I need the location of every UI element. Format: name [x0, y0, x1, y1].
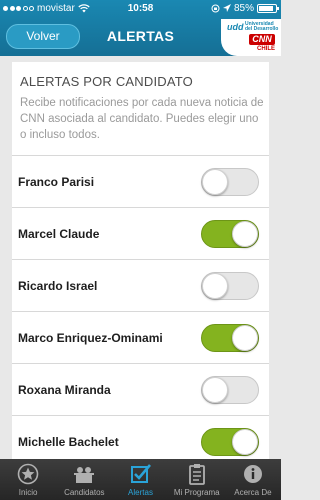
alert-toggle[interactable]	[201, 428, 259, 456]
toggle-knob	[202, 377, 228, 403]
toggle-knob	[232, 325, 258, 351]
section-title: ALERTAS POR CANDIDATO	[20, 74, 193, 89]
candidate-name: Marco Enriquez-Ominami	[18, 331, 163, 345]
toggle-knob	[202, 169, 228, 195]
candidate-row: Marco Enriquez-Ominami	[12, 312, 269, 364]
tab-inicio[interactable]: Inicio	[0, 459, 56, 500]
cnn-logo-mark: CNN	[249, 34, 275, 45]
top-bar: movistar 10:58 85% Volver ALERTAS udd Un…	[0, 0, 281, 56]
signal-icon	[3, 6, 34, 11]
candidate-name: Ricardo Israel	[18, 279, 98, 293]
content-area: ALERTAS POR CANDIDATO Recibe notificacio…	[0, 56, 281, 468]
status-right: 85%	[211, 3, 279, 14]
tab-label: Inicio	[18, 488, 38, 497]
candidate-name: Marcel Claude	[18, 227, 100, 241]
alert-toggle[interactable]	[201, 272, 259, 300]
candidates-icon	[74, 467, 95, 483]
rotation-lock-icon	[211, 4, 220, 13]
alert-toggle[interactable]	[201, 168, 259, 196]
battery-icon	[257, 4, 279, 13]
tab-acerca-de[interactable]: Acerca De	[225, 459, 281, 500]
tab-label: Acerca De	[234, 488, 272, 497]
back-button[interactable]: Volver	[6, 24, 80, 49]
alerts-panel: ALERTAS POR CANDIDATO Recibe notificacio…	[12, 62, 269, 468]
toggle-knob	[232, 221, 258, 247]
candidate-row: Marcel Claude	[12, 208, 269, 260]
tab-label: Candidatos	[64, 488, 105, 497]
udd-cnn-logo: udd Universidad del Desarrollo CNN CHILE	[221, 19, 281, 56]
candidate-list: Franco Parisi Marcel Claude Ricardo Isra…	[12, 155, 269, 468]
toggle-knob	[232, 429, 258, 455]
wifi-icon	[78, 4, 90, 13]
tab-bar: Inicio Candidatos Alertas Mi Programa Ac…	[0, 459, 281, 500]
info-icon	[243, 465, 262, 483]
tab-candidatos[interactable]: Candidatos	[56, 459, 112, 500]
checkbox-icon	[130, 464, 151, 483]
tab-label: Alertas	[128, 488, 153, 497]
candidate-name: Roxana Miranda	[18, 383, 111, 397]
tab-label: Mi Programa	[173, 488, 220, 497]
tab-alertas[interactable]: Alertas	[112, 459, 168, 500]
status-left: movistar	[3, 3, 90, 14]
tab-mi-programa[interactable]: Mi Programa	[169, 459, 225, 500]
udd-logo-text: Universidad del Desarrollo	[245, 21, 279, 32]
toggle-knob	[202, 273, 228, 299]
cnn-chile-label: CHILE	[257, 46, 275, 52]
udd-logo-mark: udd	[227, 22, 244, 32]
star-icon	[17, 463, 39, 485]
candidate-row: Ricardo Israel	[12, 260, 269, 312]
candidate-row: Roxana Miranda	[12, 364, 269, 416]
status-bar: movistar 10:58 85%	[0, 0, 281, 18]
section-description: Recibe notificaciones por cada nueva not…	[20, 97, 264, 141]
nav-header: Volver ALERTAS udd Universidad del Desar…	[0, 18, 281, 56]
candidate-row: Franco Parisi	[12, 156, 269, 208]
battery-percent: 85%	[233, 3, 254, 14]
alert-toggle[interactable]	[201, 324, 259, 352]
alert-toggle[interactable]	[201, 220, 259, 248]
candidate-name: Franco Parisi	[18, 175, 95, 189]
location-icon	[222, 4, 231, 12]
carrier-label: movistar	[37, 3, 75, 14]
clipboard-icon	[188, 464, 205, 485]
alert-toggle[interactable]	[201, 376, 259, 404]
